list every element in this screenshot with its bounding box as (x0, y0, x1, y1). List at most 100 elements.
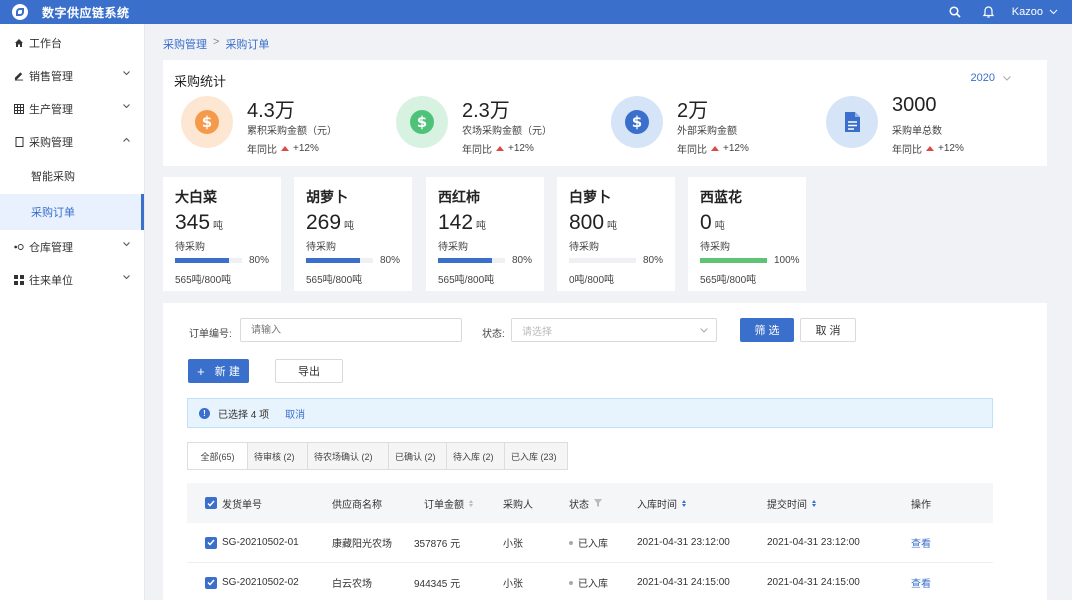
col-status-label: 状态 (569, 499, 589, 511)
new-button[interactable]: + 新 建 (188, 359, 249, 383)
new-button-label: 新 建 (214, 366, 240, 378)
filter-button[interactable]: 筛 选 (740, 318, 794, 342)
breadcrumb: 采购管理 > 采购订单 (163, 36, 269, 52)
order-no: SG-20210502-01 (222, 537, 299, 548)
selection-text: 已选择 4 项 (218, 409, 270, 421)
sidebar-item-label: 采购订单 (31, 207, 75, 219)
tab-stocked-in[interactable]: 已入库 (23) (505, 443, 567, 469)
veg-progress-bar (438, 258, 505, 263)
cancel-button[interactable]: 取 消 (800, 318, 856, 342)
status-select[interactable]: 请选择 (511, 318, 717, 342)
status-select-placeholder: 请选择 (522, 326, 552, 338)
year-select[interactable]: 2020 (971, 72, 1011, 84)
home-icon (14, 38, 24, 48)
sidebar-item-purchase[interactable]: 采购管理 (0, 125, 144, 158)
sidebar-item-warehouse[interactable]: 仓库管理 (0, 230, 144, 263)
tab-pending-review[interactable]: 待审核 (2) (248, 443, 308, 469)
veg-percent: 100% (774, 255, 800, 266)
dollar-coin-icon: $ (195, 110, 219, 134)
sort-icon[interactable] (812, 499, 816, 507)
cell-buyer: 小张 (503, 539, 523, 550)
col-buyer: 采购人 (503, 499, 533, 511)
user-menu[interactable]: Kazoo (1012, 6, 1058, 18)
yoy-value: +12% (723, 143, 749, 154)
view-link[interactable]: 查看 (911, 575, 931, 590)
filter-icon[interactable] (594, 499, 602, 507)
chevron-down-icon (123, 275, 130, 280)
sidebar-item-purchase-order[interactable]: 采购订单 (0, 194, 144, 230)
veg-unit: 吨 (213, 221, 224, 232)
breadcrumb-parent[interactable]: 采购管理 (163, 36, 207, 52)
select-all-checkbox[interactable] (205, 497, 217, 509)
col-action: 操作 (911, 499, 931, 511)
export-button[interactable]: 导出 (275, 359, 343, 383)
sidebar-item-label: 仓库管理 (29, 241, 73, 254)
veg-unit: 吨 (607, 221, 618, 232)
veg-card: 西红柿 142 吨 待采购 80% 565吨/800吨 (426, 177, 544, 291)
veg-name: 胡萝卜 (306, 189, 348, 205)
col-submit-time[interactable]: 提交时间 (767, 496, 816, 511)
sidebar-item-label: 工作台 (29, 37, 62, 50)
tab-confirmed[interactable]: 已确认 (2) (389, 443, 447, 469)
veg-percent: 80% (512, 255, 533, 266)
veg-card: 胡萝卜 269 吨 待采购 80% 565吨/800吨 (294, 177, 412, 291)
tab-pending-farm-confirm[interactable]: 待农场确认 (2) (308, 443, 389, 469)
order-no-input[interactable] (240, 318, 462, 342)
veg-progress-fill (700, 258, 767, 263)
status-text: 已入库 (578, 579, 608, 590)
col-supplier: 供应商名称 (332, 499, 382, 511)
arrow-up-icon (711, 146, 719, 151)
col-amount[interactable]: 订单金额 (424, 496, 473, 511)
veg-amount: 800 吨 (569, 211, 617, 235)
col-status[interactable]: 状态 (569, 496, 602, 511)
search-icon[interactable] (938, 0, 972, 24)
cell-order-no: SG-20210502-01 (205, 536, 299, 549)
view-link[interactable]: 查看 (911, 535, 931, 550)
row-checkbox[interactable] (205, 576, 217, 589)
veg-progress-fill (306, 258, 360, 263)
sidebar-item-smart-purchase[interactable]: 智能采购 (0, 158, 144, 194)
chevron-down-icon (1049, 9, 1058, 15)
veg-amount-value: 345 (175, 211, 211, 234)
breadcrumb-current: 采购订单 (225, 39, 270, 51)
stat-yoy: 年同比 +12% (462, 141, 534, 156)
sidebar-item-workbench[interactable]: 工作台 (0, 26, 144, 59)
stat-yoy: 年同比 +12% (247, 141, 319, 156)
row-checkbox[interactable] (205, 536, 217, 549)
veg-name: 大白菜 (175, 189, 217, 205)
stat-label: 采购单总数 (892, 126, 942, 137)
col-submit-time-label: 提交时间 (767, 499, 807, 511)
stat-external-amount: $ 2万 外部采购金额 年同比 +12% (611, 94, 826, 156)
veg-status: 待采购 (569, 242, 599, 253)
col-amount-label: 订单金额 (424, 499, 464, 511)
chevron-down-icon (123, 104, 130, 109)
veg-status: 待采购 (175, 242, 205, 253)
veg-card: 白萝卜 800 吨 待采购 80% 0吨/800吨 (557, 177, 675, 291)
tab-pending-stock-in[interactable]: 待入库 (2) (447, 443, 505, 469)
sort-icon[interactable] (469, 499, 473, 507)
document-icon (845, 112, 860, 132)
clear-selection-link[interactable]: 取消 (285, 406, 305, 421)
chevron-down-icon (123, 71, 130, 76)
app-title: 数字供应链系统 (42, 5, 130, 20)
sidebar-item-sales[interactable]: 销售管理 (0, 59, 144, 92)
cell-amount: 357876 元 (414, 539, 461, 550)
veg-unit: 吨 (714, 221, 725, 232)
arrow-up-icon (281, 146, 289, 151)
purchase-stats-card: 采购统计 2020 $ 4.3万 累积采购金额（元） 年同比 +12% $ 2.… (163, 60, 1047, 166)
tab-all[interactable]: 全部(65) (188, 443, 248, 469)
bell-icon[interactable] (972, 0, 1006, 24)
grid-icon (14, 103, 24, 114)
col-stock-in-time[interactable]: 入库时间 (637, 496, 686, 511)
order-table: 发货单号 供应商名称 订单金额 采购人 状态 入库时间 提交时间 操作 SG-2… (187, 483, 993, 600)
stat-icon-bg: $ (396, 96, 448, 148)
veg-percent: 80% (380, 255, 401, 266)
stat-yoy: 年同比 +12% (677, 141, 749, 156)
sort-icon[interactable] (682, 499, 686, 507)
sidebar-item-partners[interactable]: 往来单位 (0, 263, 144, 296)
selection-alert: ! 已选择 4 项 取消 (187, 398, 993, 428)
veg-amount: 269 吨 (306, 211, 354, 235)
stat-yoy: 年同比 +12% (892, 141, 964, 156)
stat-label: 农场采购金额（元） (462, 126, 552, 137)
sidebar-item-production[interactable]: 生产管理 (0, 92, 144, 125)
